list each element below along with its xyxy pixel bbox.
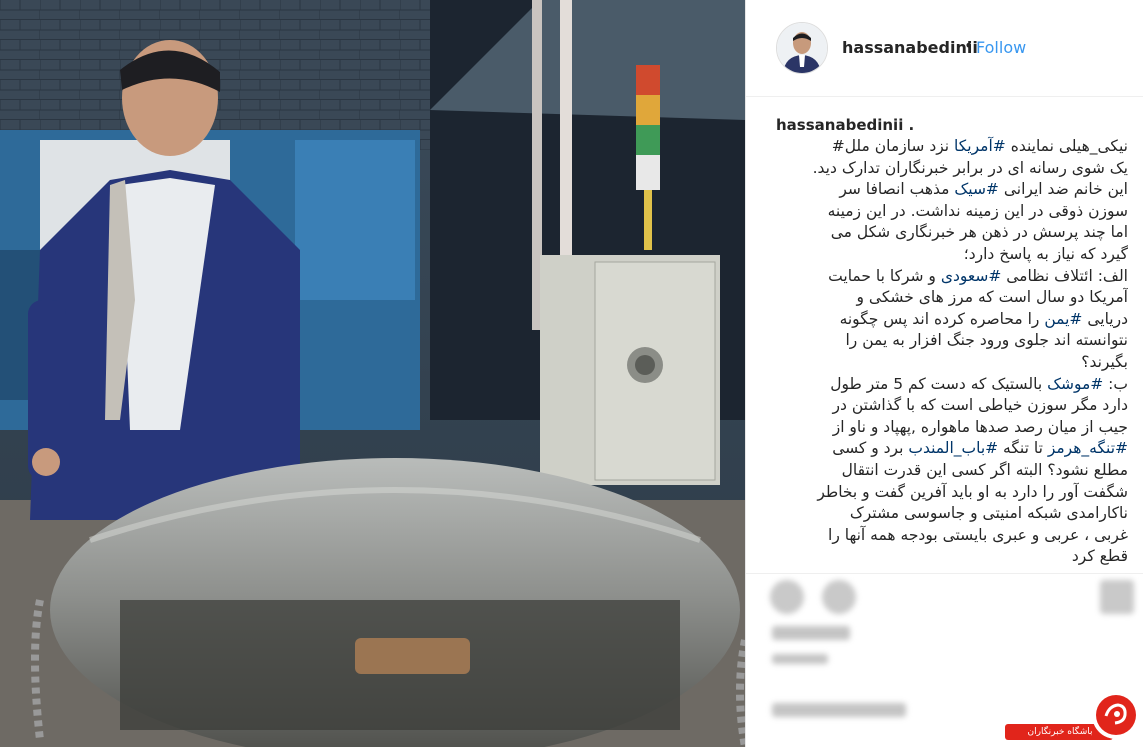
caption-line: دریایی #یمن را محاصره کرده اند پس چگونه [839,309,1128,328]
caption-line: قطع کرد [1071,547,1128,566]
watermark-logo: باشگاه خبرنگاران [1005,690,1143,747]
heart-icon[interactable] [770,580,804,614]
footer-divider [746,573,1143,574]
brand-icon [1005,691,1140,740]
hashtag-link[interactable]: #سیک [954,180,999,198]
caption-line: #تنگه_هرمز تا تنگه #باب_المندب برد و کسی [832,439,1128,458]
caption-line: شگفت آور را دارد به او باید آفرین گفت و … [817,482,1128,501]
caption-username[interactable]: hassanabedinii . [776,114,1128,136]
caption-line: یک شوی رسانه ای در برابر خبرنگاران تدارک… [812,158,1128,177]
hashtag-link[interactable]: #آمریکا [954,137,1006,155]
hashtag-link[interactable]: #باب_المندب [908,439,998,457]
post-header: hassanabedinii • Follow [746,0,1143,97]
caption-line: الف: ائتلاف نظامی #سعودی و شرکا با حمایت [828,266,1128,285]
post-photo-image [0,0,745,747]
caption-line: ناکارامدی شبکه امنیتی و جاسوسی مشترک [849,504,1128,523]
post-username[interactable]: hassanabedinii [842,38,978,57]
separator-dot: • [964,36,974,55]
watermark-text: باشگاه خبرنگاران [1027,727,1093,737]
hashtag-link[interactable]: #سعودی [941,267,1002,285]
caption-line: جیب از میان رصد صدها ماهواره ,پهپاد و نا… [832,417,1128,436]
caption-line: این خانم ضد ایرانی #سیک مذهب انصافا سر [839,180,1128,199]
follow-button[interactable]: Follow [976,38,1026,57]
caption-line: ب: #موشک بالستیک که دست کم 5 متر طول [830,374,1128,393]
caption-line: دارد مگر سوزن خیاطی است که با گذاشتن در [832,396,1128,415]
caption-text: نیکی_هیلی نماینده #آمریکا نزد سازمان ملل… [776,136,1128,568]
hashtag-link[interactable]: #موشک [1047,375,1103,393]
post-photo[interactable] [0,0,745,747]
caption-line: نیکی_هیلی نماینده #آمریکا نزد سازمان ملل… [831,137,1128,155]
caption-line: بگیرند؟ [1081,352,1128,371]
caption-line: گیرد که نیاز به پاسخ دارد؛ [963,244,1128,263]
post-sidebar: hassanabedinii • Follow hassanabedinii .… [746,0,1143,747]
timestamp [772,654,828,664]
hashtag-link[interactable]: #تنگه_هرمز [1048,439,1128,457]
caption-line: نتوانسته اند جلوی ورود جنگ افزار به یمن … [845,331,1129,350]
caption-line: مطلع نشود؟ البته اگر کسی این قدرت انتقال [841,460,1128,479]
caption-line: آمریکا دو سال است که مرز های خشکی و [856,288,1128,307]
likes-count [772,626,850,640]
avatar[interactable] [776,22,828,74]
caption-line: غربی ، عربی و عبری بایستی بودجه همه آنها… [828,525,1128,544]
hashtag-link[interactable]: #یمن [1044,310,1082,328]
caption-line: سوزن ذوقی در این زمینه نداشت. در این زمی… [827,201,1128,220]
bookmark-icon[interactable] [1100,580,1134,614]
post-caption: hassanabedinii . نیکی_هیلی نماینده #آمری… [776,114,1128,569]
comment-icon[interactable] [822,580,856,614]
caption-line: اما چند پرسش در ذهن هر خبرنگاری شکل می [830,223,1128,242]
add-comment-field[interactable] [772,703,906,717]
